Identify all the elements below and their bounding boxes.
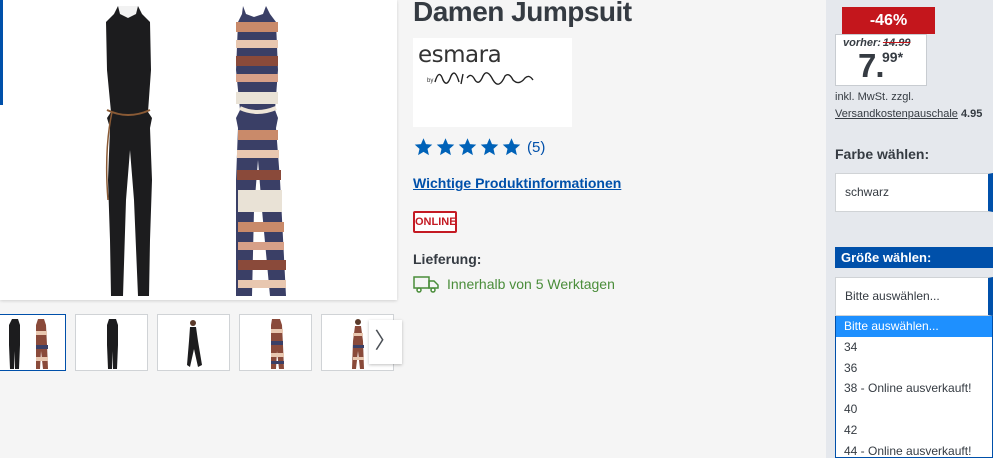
rating-count-link[interactable]: (5) <box>527 139 545 156</box>
thumbnail-image <box>9 319 48 369</box>
shipping-amount: 4.95 <box>960 108 983 120</box>
brand-logo: esmara by <box>413 38 572 127</box>
svg-text:by: by <box>427 78 433 84</box>
size-option[interactable]: 42 <box>836 420 992 441</box>
brand-signature-icon: by <box>427 72 534 85</box>
size-option[interactable]: 44 - Online ausverkauft! <box>836 441 992 458</box>
size-option[interactable]: 36 <box>836 358 992 379</box>
patterned-jumpsuit <box>236 6 286 296</box>
shipping-cost-link[interactable]: Versandkostenpauschale <box>835 108 958 120</box>
thumbnail-image <box>271 319 284 369</box>
star-icon <box>502 138 521 156</box>
size-option[interactable]: Bitte auswählen... <box>836 316 992 337</box>
thumbnail-next-button[interactable]: 〉 <box>369 320 402 364</box>
previous-price-value: 14.99 <box>882 37 911 49</box>
gallery-accent-bar <box>0 0 3 105</box>
size-option[interactable]: 34 <box>836 337 992 358</box>
color-label: Farbe wählen: <box>835 146 930 162</box>
size-dropdown-list: Bitte auswählen... 34 36 38 - Online aus… <box>835 316 993 458</box>
size-select[interactable]: Bitte auswählen... <box>835 277 993 316</box>
star-icon <box>480 138 499 156</box>
thumbnail-2[interactable] <box>75 314 148 371</box>
online-badge: ONLINE <box>413 211 457 233</box>
color-select[interactable]: schwarz <box>835 173 993 212</box>
thumbnail-strip: 〉 <box>0 314 402 372</box>
current-price: 7. <box>858 47 885 84</box>
size-option[interactable]: 38 - Online ausverkauft! <box>836 378 992 399</box>
star-icon <box>414 138 433 156</box>
shipping-info: Versandkostenpauschale 4.95 <box>835 108 982 120</box>
thumbnail-image <box>187 320 202 367</box>
thumbnail-4[interactable] <box>239 314 312 371</box>
truck-icon <box>413 276 439 293</box>
delivery-info: Innerhalb von 5 Werktagen <box>413 275 615 293</box>
product-main-image[interactable] <box>0 0 397 300</box>
size-option[interactable]: 40 <box>836 399 992 420</box>
thumbnail-3[interactable] <box>157 314 230 371</box>
thumbnail-image <box>107 319 118 369</box>
delivery-text: Innerhalb von 5 Werktagen <box>447 276 615 292</box>
current-price-cents: 99* <box>882 49 904 65</box>
discount-badge: -46% <box>842 7 935 34</box>
star-icon <box>436 138 455 156</box>
tax-note: inkl. MwSt. zzgl. <box>835 91 914 103</box>
size-label: Größe wählen: <box>835 247 993 268</box>
black-jumpsuit <box>105 6 152 296</box>
product-rating[interactable]: (5) <box>413 136 545 158</box>
price-box: vorher: 14.99 7. 99* <box>835 34 927 86</box>
product-info-link[interactable]: Wichtige Produktinformationen <box>413 175 621 191</box>
thumbnail-1[interactable] <box>0 314 66 371</box>
product-title: Damen Jumpsuit <box>413 0 632 27</box>
jumpsuit-images <box>105 6 286 296</box>
delivery-label: Lieferung: <box>413 251 482 267</box>
star-icon <box>458 138 477 156</box>
